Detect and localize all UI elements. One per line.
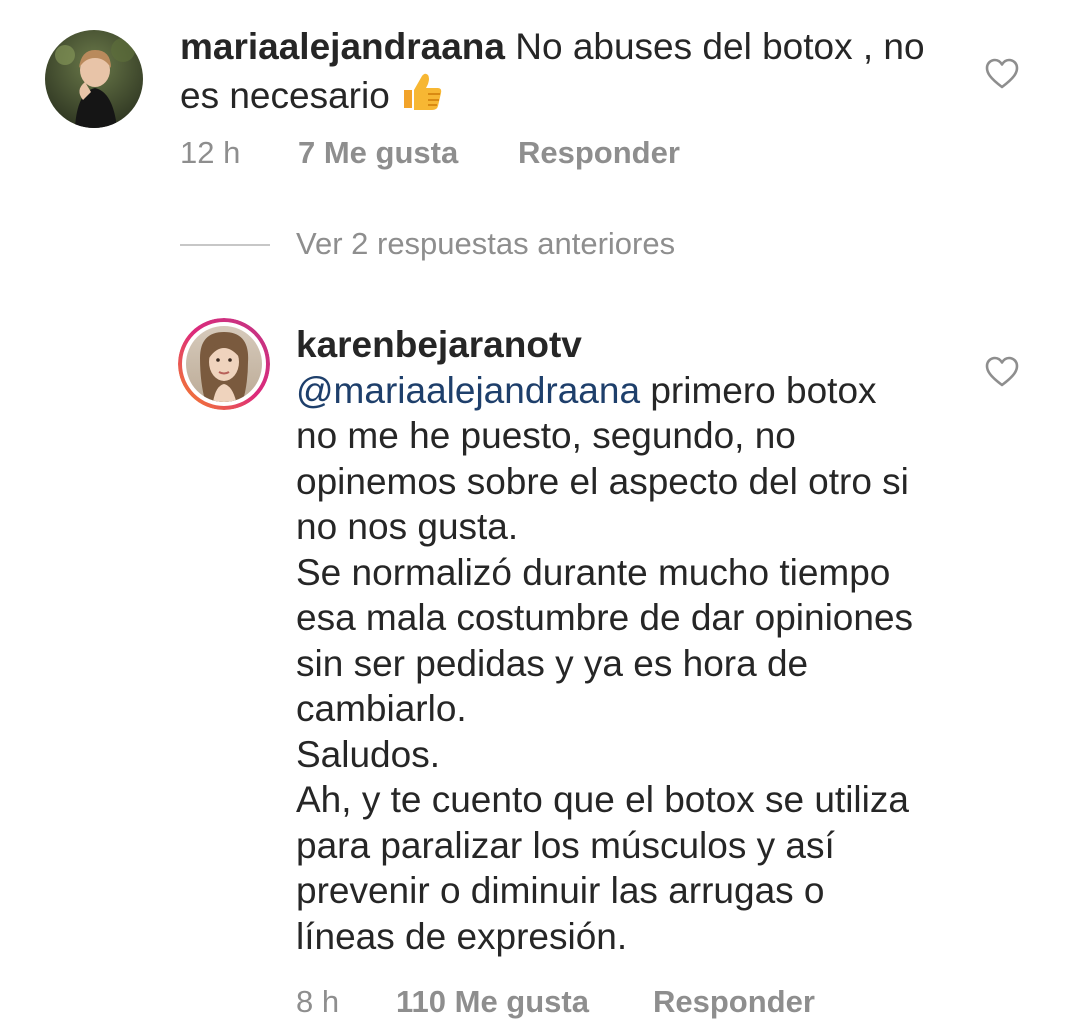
comment-text-line: sin ser pedidas y ya es hora de — [296, 642, 809, 684]
avatar-photo-icon — [45, 30, 143, 128]
comment-text: es necesario — [180, 74, 390, 116]
comment-text-line: esa mala costumbre de dar opiniones — [296, 597, 914, 638]
comment-text-line: no nos gusta. — [296, 506, 519, 547]
comment-time: 12 h — [180, 135, 241, 170]
avatar-mariaalejandraana[interactable] — [45, 30, 143, 128]
comment-1-body: mariaalejandraana No abuses del botox , … — [180, 24, 960, 122]
comment-text-line: líneas de expresión. — [296, 915, 628, 957]
like-count-button[interactable]: 110 Me gusta — [396, 984, 589, 1020]
like-count-button[interactable]: 7 Me gusta — [298, 135, 458, 171]
comment-text-line: prevenir o diminuir las arrugas o — [296, 870, 825, 911]
comment-time: 8 h — [296, 984, 340, 1019]
reply-button[interactable]: Responder — [518, 135, 680, 171]
reply-button[interactable]: Responder — [653, 984, 815, 1020]
comment-text-line: opinemos sobre el aspecto del otro si — [296, 460, 909, 502]
comment-text-line: Saludos. — [296, 733, 440, 775]
view-previous-replies-button[interactable]: Ver 2 respuestas anteriores — [180, 226, 740, 266]
view-replies-label: Ver 2 respuestas anteriores — [296, 226, 676, 261]
comment-text-line: Ah, y te cuento que el botox se utiliza — [296, 779, 909, 820]
comment-1-meta: 12 h 7 Me gusta Responder — [180, 135, 780, 175]
comment-text-line: Se normalizó durante mucho tiempo — [296, 551, 891, 593]
comment-2-body: karenbejaranotv @mariaalejandraana prime… — [296, 322, 976, 959]
mention-link[interactable]: @mariaalejandraana — [296, 370, 640, 411]
like-heart-icon[interactable] — [985, 58, 1019, 90]
comment-text-line: no me he puesto, segundo, no — [296, 415, 796, 456]
comment-text-line: cambiarlo. — [296, 688, 467, 729]
comment-1: mariaalejandraana No abuses del botox , … — [0, 0, 1080, 190]
comment-text-line: para paralizar los músculos y así — [296, 824, 835, 866]
comment-text: No abuses del botox , no — [515, 26, 925, 67]
comment-username[interactable]: karenbejaranotv — [296, 322, 976, 368]
divider — [180, 244, 270, 246]
thumbs-up-icon — [400, 70, 444, 123]
like-heart-icon[interactable] — [985, 356, 1019, 388]
comment-2: karenbejaranotv @mariaalejandraana prime… — [0, 300, 1080, 1032]
avatar-karenbejaranotv[interactable] — [178, 318, 270, 410]
comment-2-meta: 8 h 110 Me gusta Responder — [296, 984, 896, 1024]
comment-username[interactable]: mariaalejandraana — [180, 26, 505, 67]
avatar-photo-icon — [178, 318, 270, 410]
comment-text-line: primero botox — [640, 369, 877, 411]
comment-text: @mariaalejandraana primero botox — [296, 368, 976, 414]
